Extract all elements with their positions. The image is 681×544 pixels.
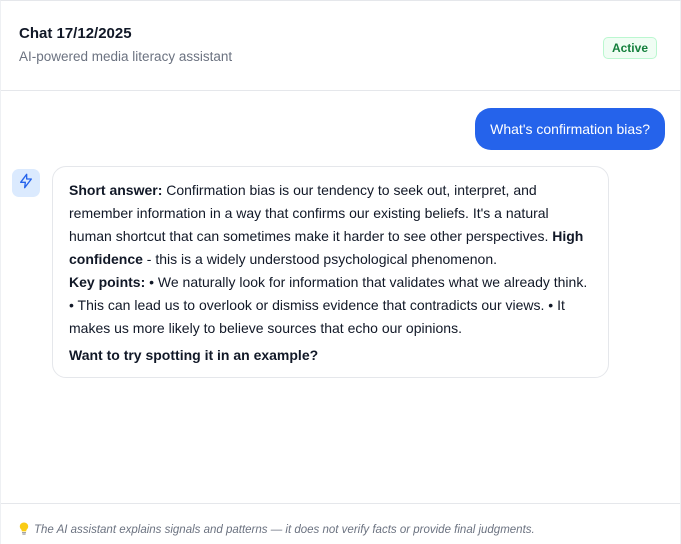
lightning-bolt-icon: [18, 173, 34, 194]
chat-header: Chat 17/12/2025 AI-powered media literac…: [1, 1, 680, 91]
follow-up-paragraph: Want to try spotting it in an example?: [69, 344, 592, 367]
key-points-text: • We naturally look for information that…: [69, 274, 588, 336]
key-points-label: Key points:: [69, 274, 146, 290]
short-answer-label: Short answer:: [69, 182, 163, 198]
chat-title: Chat 17/12/2025: [19, 25, 132, 42]
footer-disclaimer: The AI assistant explains signals and pa…: [19, 522, 535, 538]
key-points-paragraph: Key points: • We naturally look for info…: [69, 271, 592, 340]
follow-up-question: Want to try spotting it in an example?: [69, 347, 319, 363]
assistant-message-bubble: Short answer: Confirmation bias is our t…: [52, 166, 609, 378]
user-message-bubble: What's confirmation bias?: [475, 108, 665, 150]
chat-window: Chat 17/12/2025 AI-powered media literac…: [0, 0, 681, 544]
lightbulb-icon: [19, 522, 29, 538]
assistant-avatar: [12, 169, 40, 197]
short-answer-paragraph: Short answer: Confirmation bias is our t…: [69, 179, 592, 271]
chat-subtitle: AI-powered media literacy assistant: [19, 49, 233, 64]
status-badge: Active: [602, 37, 657, 59]
confidence-text: - this is a widely understood psychologi…: [142, 251, 498, 267]
footer: The AI assistant explains signals and pa…: [1, 503, 680, 544]
footer-note-text: The AI assistant explains signals and pa…: [34, 524, 535, 536]
